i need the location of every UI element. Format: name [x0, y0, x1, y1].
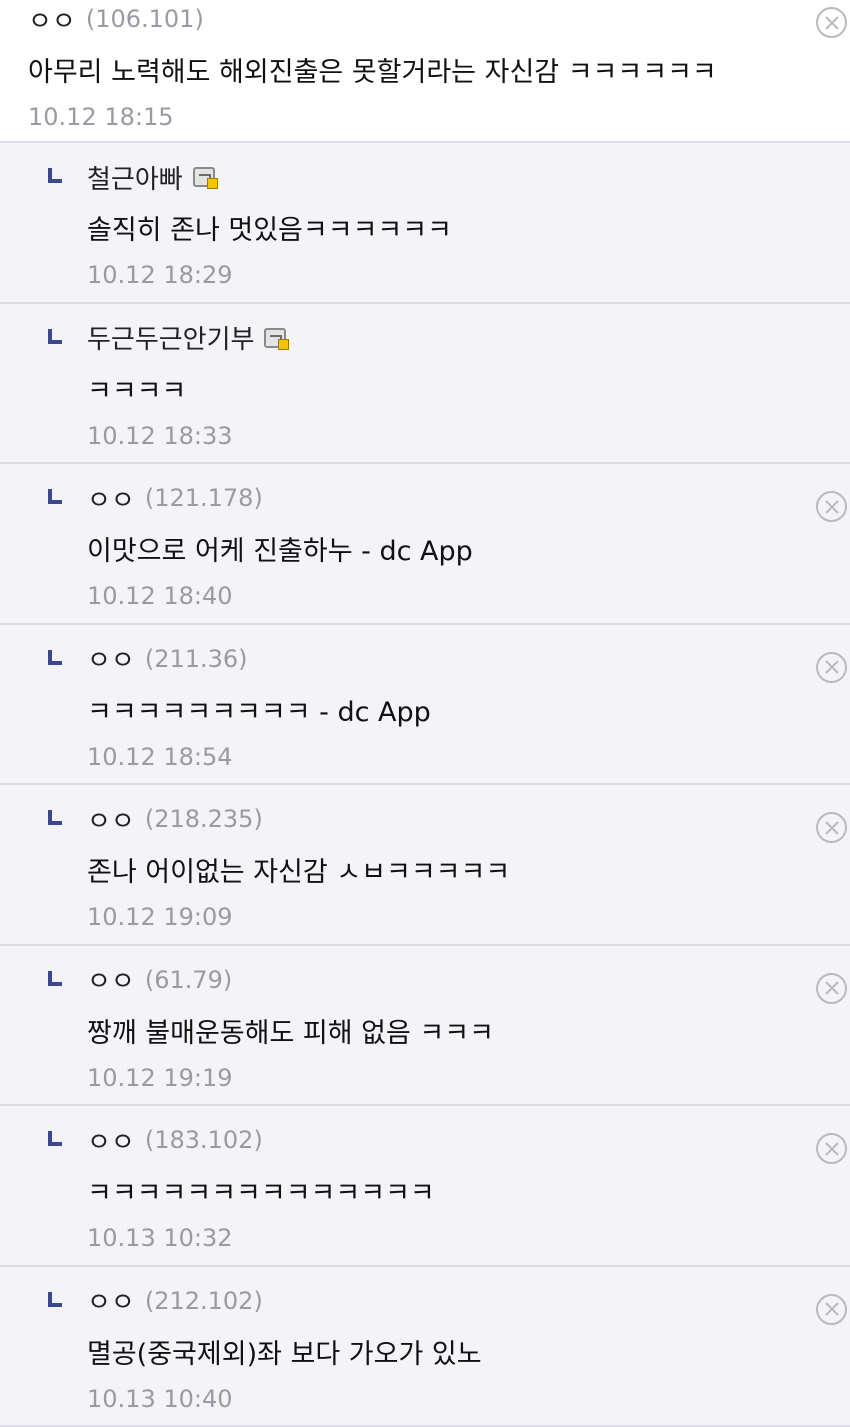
delete-comment-button[interactable]: [816, 1133, 847, 1164]
comment-nickname[interactable]: ㅇㅇ: [87, 640, 135, 677]
reply-arrow-icon: [48, 971, 62, 986]
comment-time: 10.13 10:40: [87, 1385, 780, 1413]
reply-arrow-icon: [48, 650, 62, 665]
delete-comment-button[interactable]: [816, 812, 847, 843]
comment-text: 멸공(중국제외)좌 보다 가오가 있노: [87, 1332, 780, 1371]
comment-body: ㅇㅇ (211.36) ㅋㅋㅋㅋㅋㅋㅋㅋㅋ - dc App 10.12 18:…: [87, 642, 780, 771]
reply-item: ㅇㅇ (183.102) ㅋㅋㅋㅋㅋㅋㅋㅋㅋㅋㅋㅋㅋㅋ 10.13 10:32: [0, 1106, 850, 1267]
comment-ip: (212.102): [145, 1287, 263, 1315]
comment-text: 아무리 노력해도 해외진출은 못할거라는 자신감 ㅋㅋㅋㅋㅋㅋ: [28, 50, 780, 89]
comment-text: 짱깨 불매운동해도 피해 없음 ㅋㅋㅋ: [87, 1011, 780, 1050]
comment-text: ㅋㅋㅋㅋㅋㅋㅋㅋㅋㅋㅋㅋㅋㅋ: [87, 1171, 780, 1210]
comment-body: ㅇㅇ (106.101) 아무리 노력해도 해외진출은 못할거라는 자신감 ㅋㅋ…: [28, 2, 780, 131]
reply-item: ㅇㅇ (211.36) ㅋㅋㅋㅋㅋㅋㅋㅋㅋ - dc App 10.12 18:…: [0, 625, 850, 786]
delete-comment-button[interactable]: [816, 491, 847, 522]
comment-body: ㅇㅇ (212.102) 멸공(중국제외)좌 보다 가오가 있노 10.13 1…: [87, 1284, 780, 1413]
comment-time: 10.13 10:32: [87, 1224, 780, 1252]
comment-item: ㅇㅇ (106.101) 아무리 노력해도 해외진출은 못할거라는 자신감 ㅋㅋ…: [0, 0, 850, 143]
comment-text: 솔직히 존나 멋있음ㅋㅋㅋㅋㅋㅋ: [87, 208, 780, 247]
comment-nickname[interactable]: ㅇㅇ: [87, 1122, 135, 1159]
delete-comment-button[interactable]: [816, 1294, 847, 1325]
comment-body: ㅇㅇ (218.235) 존나 어이없는 자신감 ㅅㅂㅋㅋㅋㅋㅋ 10.12 1…: [87, 802, 780, 931]
comment-text: 이맛으로 어케 진출하누 - dc App: [87, 529, 780, 568]
comment-ip: (106.101): [86, 5, 204, 33]
comment-body: 철근아빠 솔직히 존나 멋있음ㅋㅋㅋㅋㅋㅋ 10.12 18:29: [87, 160, 780, 289]
comment-header: ㅇㅇ (212.102): [87, 1284, 780, 1318]
comment-time: 10.12 19:19: [87, 1064, 780, 1092]
comment-nickname[interactable]: ㅇㅇ: [87, 1282, 135, 1319]
comment-header: ㅇㅇ (183.102): [87, 1123, 780, 1157]
comment-header: ㅇㅇ (121.178): [87, 481, 780, 515]
comment-ip: (218.235): [145, 805, 263, 833]
comment-header: ㅇㅇ (218.235): [87, 802, 780, 836]
reply-arrow-icon: [48, 329, 62, 344]
comment-body: 두근두근안기부 ㅋㅋㅋㅋ 10.12 18:33: [87, 321, 780, 450]
comment-time: 10.12 18:40: [87, 582, 780, 610]
comment-body: ㅇㅇ (61.79) 짱깨 불매운동해도 피해 없음 ㅋㅋㅋ 10.12 19:…: [87, 963, 780, 1092]
comment-ip: (211.36): [145, 645, 248, 673]
comment-text: ㅋㅋㅋㅋ: [87, 369, 780, 408]
reply-arrow-icon: [48, 168, 62, 183]
comment-header: ㅇㅇ (61.79): [87, 963, 780, 997]
comment-header: ㅇㅇ (106.101): [28, 2, 780, 36]
comment-text: 존나 어이없는 자신감 ㅅㅂㅋㅋㅋㅋㅋ: [87, 850, 780, 889]
comment-time: 10.12 18:29: [87, 261, 780, 289]
reply-item: ㅇㅇ (121.178) 이맛으로 어케 진출하누 - dc App 10.12…: [0, 464, 850, 625]
comment-nickname[interactable]: ㅇㅇ: [87, 961, 135, 998]
comment-ip: (121.178): [145, 484, 263, 512]
reply-arrow-icon: [48, 810, 62, 825]
fixed-nick-badge-icon: [264, 328, 286, 348]
reply-item: 두근두근안기부 ㅋㅋㅋㅋ 10.12 18:33: [0, 304, 850, 465]
comment-time: 10.12 18:54: [87, 743, 780, 771]
comment-header: 두근두근안기부: [87, 321, 780, 355]
comment-time: 10.12 18:33: [87, 422, 780, 450]
comment-ip: (61.79): [145, 966, 232, 994]
comment-nickname[interactable]: ㅇㅇ: [28, 1, 76, 38]
reply-item: ㅇㅇ (218.235) 존나 어이없는 자신감 ㅅㅂㅋㅋㅋㅋㅋ 10.12 1…: [0, 785, 850, 946]
comment-nickname[interactable]: ㅇㅇ: [87, 480, 135, 517]
reply-item: ㅇㅇ (61.79) 짱깨 불매운동해도 피해 없음 ㅋㅋㅋ 10.12 19:…: [0, 946, 850, 1107]
comment-header: 철근아빠: [87, 160, 780, 194]
comment-body: ㅇㅇ (121.178) 이맛으로 어케 진출하누 - dc App 10.12…: [87, 481, 780, 610]
delete-comment-button[interactable]: [816, 652, 847, 683]
reply-arrow-icon: [48, 1131, 62, 1146]
reply-item: ㅇㅇ (212.102) 멸공(중국제외)좌 보다 가오가 있노 10.13 1…: [0, 1267, 850, 1427]
delete-comment-button[interactable]: [816, 973, 847, 1004]
comment-ip: (183.102): [145, 1126, 263, 1154]
reply-arrow-icon: [48, 489, 62, 504]
comment-header: ㅇㅇ (211.36): [87, 642, 780, 676]
comment-nickname[interactable]: ㅇㅇ: [87, 801, 135, 838]
reply-arrow-icon: [48, 1292, 62, 1307]
comment-text: ㅋㅋㅋㅋㅋㅋㅋㅋㅋ - dc App: [87, 690, 780, 729]
comment-nickname[interactable]: 두근두근안기부: [87, 319, 254, 356]
reply-item: 철근아빠 솔직히 존나 멋있음ㅋㅋㅋㅋㅋㅋ 10.12 18:29: [0, 143, 850, 304]
fixed-nick-badge-icon: [193, 167, 215, 187]
comment-body: ㅇㅇ (183.102) ㅋㅋㅋㅋㅋㅋㅋㅋㅋㅋㅋㅋㅋㅋ 10.13 10:32: [87, 1123, 780, 1252]
comment-time: 10.12 19:09: [87, 903, 780, 931]
delete-comment-button[interactable]: [816, 7, 847, 38]
comment-nickname[interactable]: 철근아빠: [87, 159, 183, 196]
comment-time: 10.12 18:15: [28, 103, 780, 131]
